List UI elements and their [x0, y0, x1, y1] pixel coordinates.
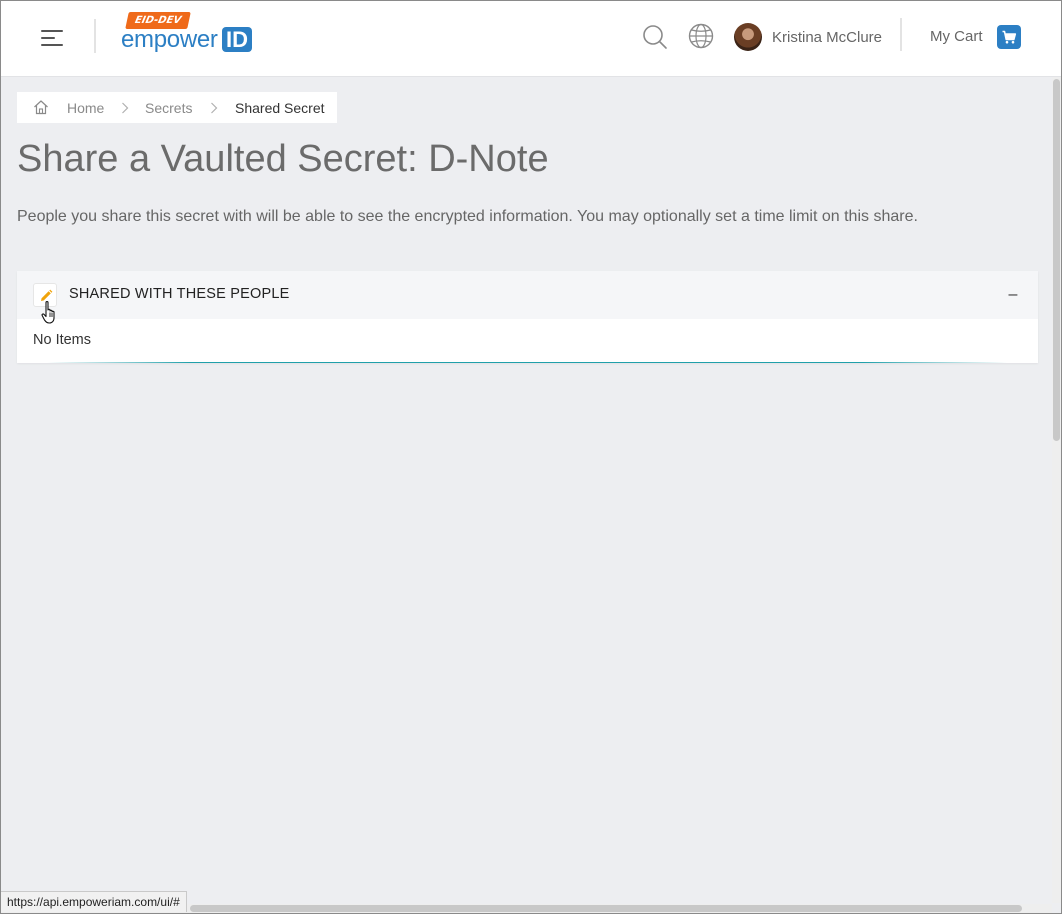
panel-title: SHARED WITH THESE PEOPLE: [69, 286, 290, 302]
panel-header: SHARED WITH THESE PEOPLE –: [17, 271, 1038, 319]
breadcrumb-home[interactable]: Home: [67, 100, 104, 116]
empowerid-logo[interactable]: EID-DEV empower ID: [121, 12, 256, 56]
my-cart-link[interactable]: My Cart: [930, 28, 983, 45]
shared-with-panel: SHARED WITH THESE PEOPLE – No Items: [17, 271, 1038, 363]
top-header: EID-DEV empower ID Kristina McClure My C…: [1, 1, 1061, 77]
user-avatar[interactable]: [734, 23, 762, 51]
chevron-right-icon: [211, 102, 218, 114]
pencil-icon: [41, 289, 53, 301]
vertical-scrollbar-thumb[interactable]: [1053, 79, 1060, 441]
edit-button[interactable]: [33, 283, 57, 307]
breadcrumb: Home Secrets Shared Secret: [17, 92, 337, 123]
page-description: People you share this secret with will b…: [17, 208, 918, 225]
collapse-button[interactable]: –: [1002, 285, 1024, 305]
cart-button[interactable]: [997, 25, 1021, 49]
horizontal-scrollbar-thumb[interactable]: [190, 905, 1022, 912]
page-title: Share a Vaulted Secret: D-Note: [17, 138, 549, 180]
panel-accent-line: [47, 362, 1007, 363]
header-divider-right: [900, 18, 902, 51]
breadcrumb-secrets[interactable]: Secrets: [145, 100, 192, 116]
breadcrumb-current: Shared Secret: [235, 100, 325, 116]
status-bar-url: https://api.empoweriam.com/ui/#: [1, 891, 187, 912]
cart-icon: [1002, 30, 1017, 44]
logo-wordmark: empower: [121, 26, 218, 53]
logo-id-mark: ID: [222, 27, 252, 52]
empty-state-text: No Items: [33, 332, 92, 348]
search-icon[interactable]: [641, 23, 669, 51]
hamburger-menu-icon[interactable]: [41, 30, 63, 48]
user-name[interactable]: Kristina McClure: [772, 29, 882, 46]
chevron-right-icon: [122, 102, 129, 114]
header-divider: [94, 19, 96, 53]
home-icon[interactable]: [33, 99, 49, 115]
globe-icon[interactable]: [687, 22, 715, 50]
